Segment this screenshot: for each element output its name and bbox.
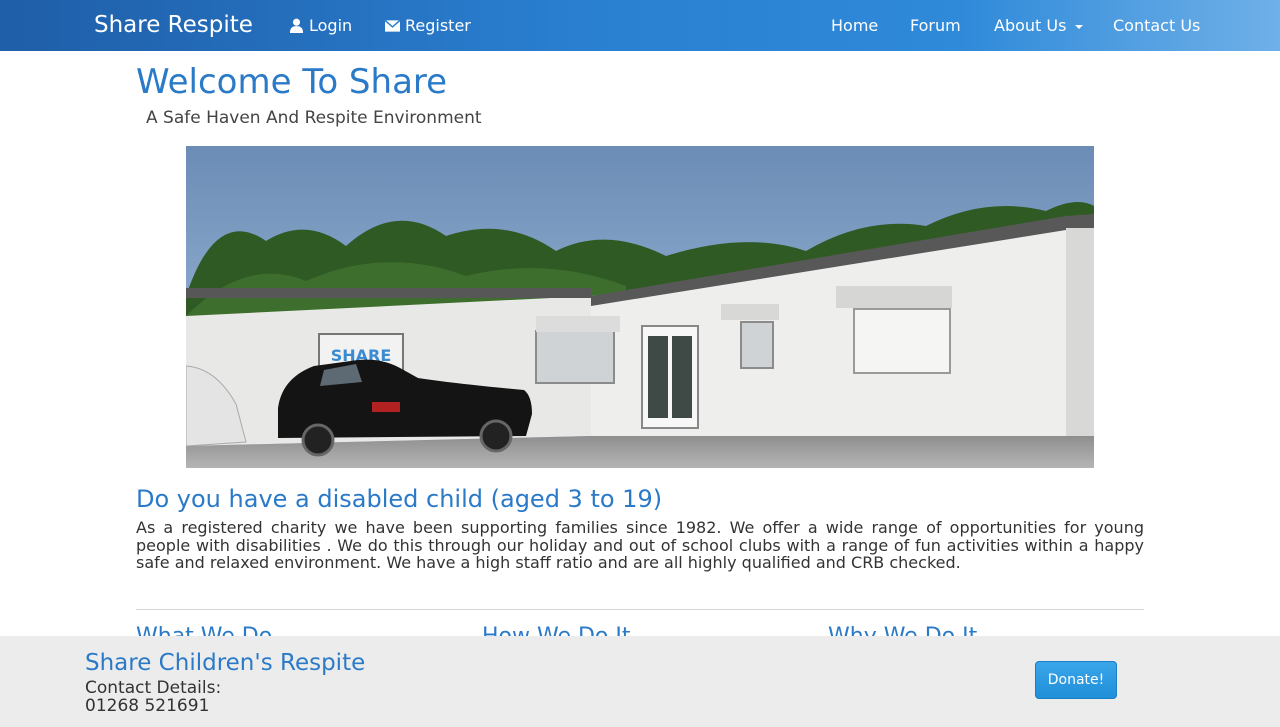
register-label: Register	[405, 16, 471, 35]
login-link[interactable]: Login	[289, 16, 352, 35]
footer-phone: 01268 521691	[85, 696, 210, 716]
nav-about-label: About Us	[994, 16, 1067, 35]
content-divider	[136, 609, 1144, 610]
building-photo-illustration: SHARE	[186, 146, 1094, 468]
hero-image: SHARE	[186, 146, 1094, 468]
caret-down-icon	[1075, 24, 1084, 29]
login-label: Login	[309, 16, 353, 35]
page-title: Welcome To Share	[136, 62, 448, 102]
footer-contact-label: Contact Details:	[85, 678, 222, 698]
donate-button[interactable]: Donate!	[1035, 661, 1117, 699]
nav-forum-label: Forum	[910, 16, 961, 35]
section-heading: Do you have a disabled child (aged 3 to …	[136, 485, 663, 513]
page-subtitle: A Safe Haven And Respite Environment	[146, 108, 482, 128]
register-link[interactable]: Register	[385, 16, 471, 35]
nav-contact-label: Contact Us	[1113, 16, 1201, 35]
footer-title: Share Children's Respite	[85, 650, 366, 676]
brand-link[interactable]: Share Respite	[94, 12, 253, 38]
nav-forum[interactable]: Forum	[910, 16, 961, 35]
user-icon	[289, 18, 304, 33]
section-body: As a registered charity we have been sup…	[136, 518, 1144, 572]
nav-home[interactable]: Home	[831, 16, 878, 35]
top-navbar: Share Respite Login Register Home Forum …	[0, 0, 1280, 51]
nav-about-dropdown[interactable]: About Us	[994, 16, 1084, 35]
nav-contact[interactable]: Contact Us	[1113, 16, 1200, 35]
sticky-footer: Share Children's Respite Contact Details…	[0, 636, 1280, 727]
nav-home-label: Home	[831, 16, 879, 35]
envelope-icon	[385, 19, 400, 32]
